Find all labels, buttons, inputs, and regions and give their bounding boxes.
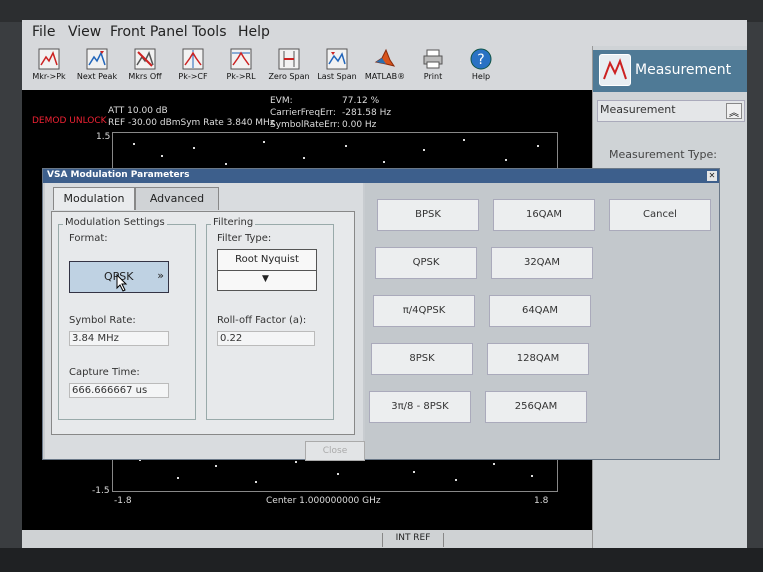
dialog-titlebar: VSA Modulation Parameters ✕ — [43, 169, 719, 183]
center-frequency-label: Center 1.000000000 GHz — [266, 496, 381, 506]
menu-bar: File View Front Panel Tools Help — [22, 20, 747, 46]
evm-value: 77.12 % — [342, 96, 380, 106]
16qam-button[interactable]: 16QAM — [493, 199, 595, 231]
help-button[interactable]: ? Help — [456, 48, 506, 88]
qpsk-button[interactable]: QPSK — [375, 247, 477, 279]
int-ref-indicator: INT REF — [382, 533, 444, 547]
measurement-panel-header: Measurement — [593, 50, 747, 92]
carrier-freq-err-value: -281.58 Hz — [342, 108, 392, 118]
128qam-button[interactable]: 128QAM — [487, 343, 589, 375]
dialog-title: VSA Modulation Parameters — [47, 170, 190, 180]
close-button[interactable]: Close — [305, 441, 365, 461]
peak-to-cf-button[interactable]: Pk->CF — [168, 48, 218, 88]
attenuation-readout: ATT 10.00 dB — [108, 106, 168, 116]
zero-span-button[interactable]: Zero Span — [264, 48, 314, 88]
analyzer-screen: File View Front Panel Tools Help Mkr->Pk… — [22, 20, 747, 550]
demod-status: DEMOD UNLOCK — [32, 116, 107, 126]
bpsk-button[interactable]: BPSK — [377, 199, 479, 231]
symbol-rate-err-value: 0.00 Hz — [342, 120, 377, 130]
vsa-modulation-dialog: VSA Modulation Parameters ✕ Modulation A… — [42, 168, 720, 461]
menu-help[interactable]: Help — [238, 24, 270, 40]
marker-peak-icon — [38, 48, 60, 70]
symbol-rate-label: Symbol Rate: — [69, 315, 136, 326]
last-span-button[interactable]: Last Span — [312, 48, 362, 88]
next-peak-button[interactable]: Next Peak — [72, 48, 122, 88]
markers-off-icon — [134, 48, 156, 70]
pi4-qpsk-button[interactable]: π/4QPSK — [373, 295, 475, 327]
help-icon: ? — [470, 48, 492, 70]
matlab-button[interactable]: MATLAB® — [360, 48, 410, 88]
symbol-rate-field[interactable]: 3.84 MHz — [69, 331, 169, 346]
reference-readout: REF -30.00 dBmSym Rate 3.840 MHz — [108, 118, 275, 128]
menu-view[interactable]: View — [68, 24, 101, 40]
modulation-format-pane: BPSK 16QAM Cancel QPSK 32QAM π/4QPSK 64Q… — [365, 183, 719, 459]
modulation-settings-group: Modulation Settings Format: QPSK » Symbo… — [58, 217, 196, 420]
tab-advanced[interactable]: Advanced — [135, 187, 219, 210]
markers-off-button[interactable]: Mkrs Off — [120, 48, 170, 88]
tab-panel-modulation: Modulation Settings Format: QPSK » Symbo… — [51, 211, 355, 435]
menu-file[interactable]: File — [32, 24, 55, 40]
measurement-icon — [599, 54, 631, 86]
printer-icon — [423, 49, 443, 69]
filtering-group: Filtering Filter Type: Root Nyquist ▼ Ro… — [206, 217, 334, 420]
modulation-settings-label: Modulation Settings — [63, 217, 167, 228]
dialog-settings-pane: Modulation Advanced Modulation Settings … — [45, 183, 365, 461]
close-icon[interactable]: ✕ — [707, 171, 717, 181]
peak-to-rl-icon — [230, 48, 252, 70]
dropdown-arrow-icon[interactable]: ▼ — [262, 274, 269, 284]
rolloff-factor-field[interactable]: 0.22 — [217, 331, 315, 346]
carrier-freq-err-label: CarrierFreqErr: — [270, 108, 336, 118]
peak-to-rl-button[interactable]: Pk->RL — [216, 48, 266, 88]
chevron-right-icon: » — [157, 269, 164, 282]
rolloff-factor-label: Roll-off Factor (a): — [217, 315, 307, 326]
monitor-bezel-bottom — [0, 548, 763, 572]
x-axis-right-label: 1.8 — [534, 496, 549, 506]
matlab-icon — [374, 48, 396, 67]
mouse-pointer-icon — [116, 274, 128, 292]
32qam-button[interactable]: 32QAM — [491, 247, 593, 279]
menu-front-panel[interactable]: Front Panel — [110, 24, 188, 40]
filtering-label: Filtering — [211, 217, 256, 228]
8psk-button[interactable]: 8PSK — [371, 343, 473, 375]
format-label: Format: — [69, 233, 108, 244]
toolbar: Mkr->Pk Next Peak Mkrs Off Pk->CF Pk->RL… — [22, 46, 592, 91]
capture-time-label: Capture Time: — [69, 367, 140, 378]
filter-type-dropdown[interactable]: Root Nyquist ▼ — [217, 249, 317, 291]
tab-modulation[interactable]: Modulation — [53, 187, 135, 210]
measurement-panel-title: Measurement — [635, 62, 732, 78]
dropdown-divider — [218, 270, 316, 271]
menu-tools[interactable]: Tools — [192, 24, 227, 40]
svg-text:?: ? — [477, 52, 484, 68]
x-axis-left-label: -1.8 — [114, 496, 132, 506]
marker-peak-button[interactable]: Mkr->Pk — [24, 48, 74, 88]
collapse-icon[interactable]: ︽ — [726, 103, 742, 119]
filter-type-value: Root Nyquist — [235, 254, 299, 265]
capture-time-field[interactable]: 666.666667 us — [69, 383, 169, 398]
evm-label: EVM: — [270, 96, 293, 106]
symbol-rate-err-label: SymbolRateErr: — [270, 120, 340, 130]
filter-type-label: Filter Type: — [217, 233, 272, 244]
status-bar: INT REF — [22, 530, 592, 550]
3pi8-8psk-button[interactable]: 3π/8 - 8PSK — [369, 391, 471, 423]
measurement-section-label: Measurement — [600, 103, 676, 116]
y-axis-bottom-label: -1.5 — [92, 486, 110, 496]
measurement-section[interactable]: Measurement ︽ — [597, 100, 745, 122]
256qam-button[interactable]: 256QAM — [485, 391, 587, 423]
monitor-bezel-top — [0, 0, 763, 22]
next-peak-icon — [86, 48, 108, 70]
y-axis-top-label: 1.5 — [96, 132, 111, 142]
64qam-button[interactable]: 64QAM — [489, 295, 591, 327]
cancel-button[interactable]: Cancel — [609, 199, 711, 231]
peak-to-cf-icon — [182, 48, 204, 70]
last-span-icon — [326, 48, 348, 70]
measurement-type-label: Measurement Type: — [609, 148, 717, 161]
zero-span-icon — [278, 48, 300, 70]
print-button[interactable]: Print — [408, 48, 458, 88]
